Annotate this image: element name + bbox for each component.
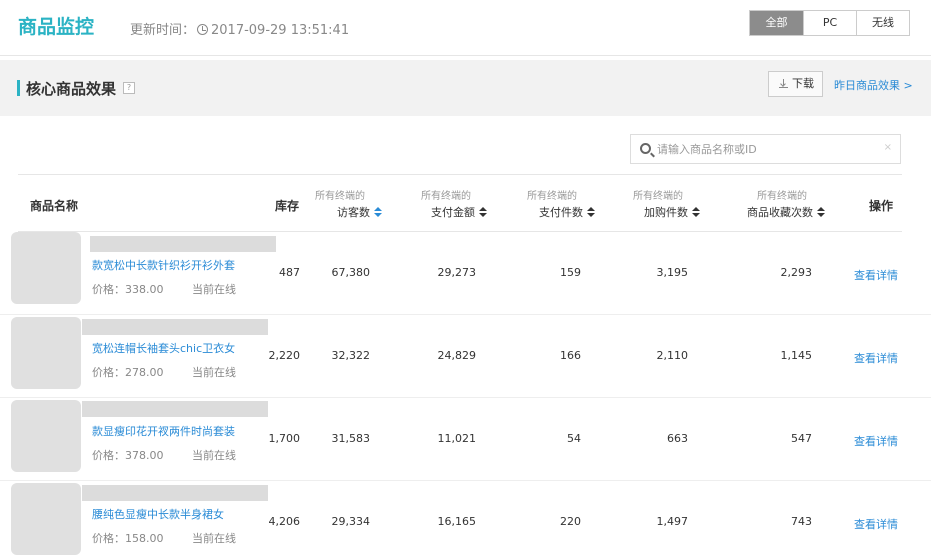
update-label: 更新时间： [130, 23, 196, 38]
col-pay-amount-label: 支付金额 [431, 206, 475, 219]
sort-icon[interactable] [817, 207, 825, 217]
product-status: 当前在线 [192, 366, 236, 379]
product-name-link[interactable]: 款显瘦印花开衩两件时尚套装 [92, 423, 235, 439]
product-name-link[interactable]: 腰纯色显瘦中长款半身裙女 [92, 506, 224, 522]
col-pay-count[interactable]: 所有终端的 支付件数 [527, 175, 607, 231]
pay-count-value: 166 [560, 349, 581, 362]
product-price: 价格：378.00 [92, 449, 164, 462]
download-button[interactable]: 下载 [768, 71, 823, 97]
fav-value: 547 [791, 432, 812, 445]
redacted-text [82, 319, 268, 335]
stock-value: 1,700 [268, 432, 301, 445]
clear-icon[interactable]: × [884, 142, 892, 153]
table-row: 款宽松中长款针织衫开衫外套 价格：338.00 当前在线 487 67,380 … [0, 232, 931, 315]
fav-value: 743 [791, 515, 812, 528]
page-title: 商品监控 [18, 16, 95, 38]
product-status: 当前在线 [192, 283, 236, 296]
col-action-label: 操作 [869, 199, 894, 213]
product-price: 价格：278.00 [92, 366, 164, 379]
table-row: 腰纯色显瘦中长款半身裙女 价格：158.00 当前在线 4,206 29,334… [0, 481, 931, 555]
segment-wireless[interactable]: 无线 [856, 11, 909, 35]
visitors-value: 32,322 [331, 349, 371, 362]
cart-value: 1,497 [656, 515, 689, 528]
col-pay-amount-sub: 所有终端的 [421, 191, 471, 202]
col-fav[interactable]: 所有终端的 商品收藏次数 [747, 175, 837, 231]
table-row: 款显瘦印花开衩两件时尚套装 价格：378.00 当前在线 1,700 31,58… [0, 398, 931, 481]
product-name-link[interactable]: 宽松连帽长袖套头chic卫衣女 [92, 340, 235, 356]
top-bar: 商品监控 更新时间： 2017-09-29 13:51:41 全部 PC 无线 [0, 0, 931, 56]
sort-icon[interactable] [692, 207, 700, 217]
stock-value: 487 [279, 266, 300, 279]
product-thumbnail[interactable] [11, 232, 81, 304]
product-thumbnail[interactable] [11, 483, 81, 555]
col-visitors-sub: 所有终端的 [315, 191, 365, 202]
col-fav-sub: 所有终端的 [757, 191, 807, 202]
pay-count-value: 54 [567, 432, 581, 445]
download-icon [779, 79, 788, 88]
help-icon[interactable]: ? [123, 82, 135, 94]
col-cart-label: 加购件数 [644, 206, 688, 219]
cart-value: 2,110 [656, 349, 689, 362]
search-icon [640, 143, 651, 154]
sort-icon[interactable] [479, 207, 487, 217]
col-name-label: 商品名称 [30, 199, 79, 213]
download-label: 下载 [792, 77, 814, 90]
segment-pc[interactable]: PC [803, 11, 856, 35]
pay-amount-value: 24,829 [437, 349, 477, 362]
update-time-value: 2017-09-29 13:51:41 [211, 23, 350, 38]
pay-amount-value: 11,021 [437, 432, 477, 445]
col-fav-label: 商品收藏次数 [747, 206, 813, 219]
product-name-link[interactable]: 款宽松中长款针织衫开衫外套 [92, 257, 235, 273]
stock-value: 4,206 [268, 515, 301, 528]
product-thumbnail[interactable] [11, 400, 81, 472]
update-time: 更新时间： 2017-09-29 13:51:41 [130, 19, 349, 38]
visitors-value: 67,380 [331, 266, 371, 279]
product-price: 价格：158.00 [92, 532, 164, 545]
view-detail-link[interactable]: 查看详情 [854, 516, 898, 532]
section-title: 核心商品效果 [26, 80, 117, 98]
section-accent-bar [17, 80, 20, 96]
redacted-text [90, 236, 276, 252]
section-header: 核心商品效果 ? 下载 昨日商品效果 > [0, 60, 931, 116]
table-row: 宽松连帽长袖套头chic卫衣女 价格：278.00 当前在线 2,220 32,… [0, 315, 931, 398]
table-header: 商品名称 库存 所有终端的 访客数 所有终端的 支付金额 所有终端的 支付件数 … [18, 174, 902, 232]
redacted-text [82, 485, 268, 501]
fav-value: 2,293 [780, 266, 813, 279]
stock-value: 2,220 [268, 349, 301, 362]
search-box: × [630, 134, 901, 164]
pay-amount-value: 29,273 [437, 266, 477, 279]
search-input[interactable] [657, 139, 877, 159]
view-detail-link[interactable]: 查看详情 [854, 433, 898, 449]
yesterday-link[interactable]: 昨日商品效果 > [834, 77, 913, 93]
segment-all[interactable]: 全部 [750, 11, 803, 35]
col-pay-count-label: 支付件数 [539, 206, 583, 219]
view-detail-link[interactable]: 查看详情 [854, 350, 898, 366]
product-status: 当前在线 [192, 449, 236, 462]
view-detail-link[interactable]: 查看详情 [854, 267, 898, 283]
cart-value: 663 [667, 432, 688, 445]
pay-count-value: 220 [560, 515, 581, 528]
col-pay-amount[interactable]: 所有终端的 支付金额 [421, 175, 501, 231]
col-pay-count-sub: 所有终端的 [527, 191, 577, 202]
clock-icon [197, 24, 209, 35]
product-thumbnail[interactable] [11, 317, 81, 389]
visitors-value: 29,334 [331, 515, 371, 528]
cart-value: 3,195 [656, 266, 689, 279]
product-price: 价格：338.00 [92, 283, 164, 296]
terminal-filter: 全部 PC 无线 [749, 10, 910, 36]
col-visitors[interactable]: 所有终端的 访客数 [315, 175, 385, 231]
visitors-value: 31,583 [331, 432, 371, 445]
pay-amount-value: 16,165 [437, 515, 477, 528]
pay-count-value: 159 [560, 266, 581, 279]
fav-value: 1,145 [780, 349, 813, 362]
product-status: 当前在线 [192, 532, 236, 545]
col-cart-sub: 所有终端的 [633, 191, 683, 202]
sort-icon[interactable] [587, 207, 595, 217]
col-cart[interactable]: 所有终端的 加购件数 [633, 175, 713, 231]
col-stock-label: 库存 [275, 199, 300, 213]
sort-icon[interactable] [374, 207, 382, 217]
redacted-text [82, 401, 268, 417]
col-visitors-label: 访客数 [337, 206, 370, 219]
